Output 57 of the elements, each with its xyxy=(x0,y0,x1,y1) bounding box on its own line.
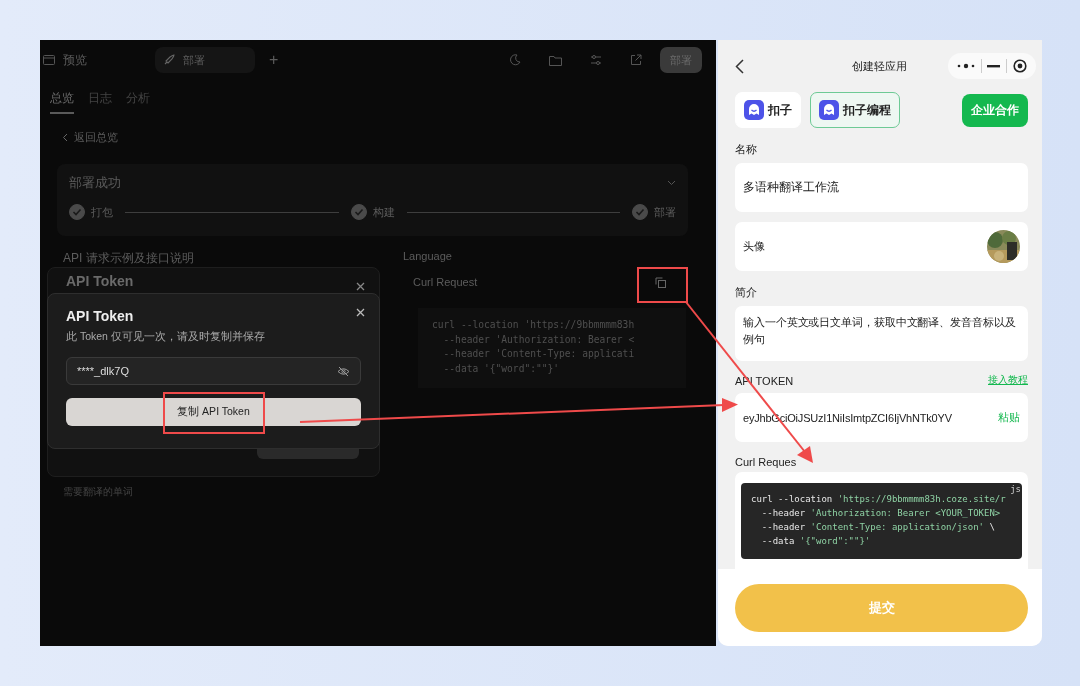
ghost-logo-icon xyxy=(744,100,764,120)
field-label: 名称 xyxy=(735,142,758,157)
eye-off-icon[interactable] xyxy=(337,365,350,377)
external-link-icon[interactable] xyxy=(630,54,642,66)
step-label: 打包 xyxy=(91,204,113,220)
paste-button[interactable]: 粘贴 xyxy=(998,410,1020,425)
code-line: curl --location 'https://9bbmmmm83h xyxy=(432,318,636,332)
name-field[interactable]: 多语种翻译工作流 xyxy=(735,163,1028,212)
minimize-icon[interactable] xyxy=(987,64,1001,68)
code-line: --data '{"word":""}' xyxy=(760,535,872,548)
tutorial-link[interactable]: 接入教程 xyxy=(988,374,1028,387)
section-title: API 请求示例及接口说明 xyxy=(63,250,195,267)
chevron-left-icon xyxy=(62,132,68,142)
folder-icon[interactable] xyxy=(549,54,562,66)
window-icon xyxy=(43,55,55,65)
dialog-subtitle: 此 Token 仅可见一次，请及时复制并保存 xyxy=(66,330,266,344)
back-icon[interactable] xyxy=(735,58,744,74)
close-icon[interactable] xyxy=(356,308,365,317)
code-line: --header 'Authorization: Bearer < xyxy=(442,332,636,347)
submit-button[interactable]: 提交 xyxy=(735,583,1028,632)
language-label: Language xyxy=(403,250,453,262)
partner-button[interactable]: 企业合作 xyxy=(962,93,1028,127)
intro-field[interactable]: 输入一个英文或日文单词，获取中文翻译、发音音标以及例句 xyxy=(735,306,1028,361)
tab[interactable]: 总览 xyxy=(50,90,74,114)
field-label: 简介 xyxy=(735,285,758,300)
language-value: Curl Request xyxy=(413,276,478,288)
capsule-menu[interactable] xyxy=(948,53,1036,79)
dialog-title: API Token xyxy=(66,273,134,289)
copy-icon[interactable] xyxy=(655,276,666,288)
field-label: Curl Reques xyxy=(735,456,798,468)
avatar-label: 头像 xyxy=(743,239,765,254)
sliders-icon[interactable] xyxy=(590,54,602,66)
code-line: --data '{"word":""}' xyxy=(442,361,561,376)
highlight-box xyxy=(637,267,688,303)
deploy-tab[interactable]: 部署 xyxy=(155,47,255,73)
more-icon[interactable] xyxy=(956,63,975,69)
language-tag: js xyxy=(1010,484,1021,494)
page-title: 创建轻应用 xyxy=(852,58,907,74)
step-label: 部署 xyxy=(654,204,676,220)
back-link[interactable]: 返回总览 xyxy=(74,129,118,145)
target-icon[interactable] xyxy=(1013,59,1028,73)
preview-label[interactable]: 预览 xyxy=(63,51,87,69)
dialog-title: API Token xyxy=(66,308,134,324)
copy-token-button[interactable]: 复制 API Token xyxy=(66,398,361,426)
ghost-logo-icon xyxy=(819,100,839,120)
code-line: --header 'Content-Type: applicati xyxy=(442,347,636,361)
close-icon[interactable] xyxy=(356,282,365,291)
step-label: 构建 xyxy=(372,204,395,220)
chevron-down-icon[interactable] xyxy=(667,180,676,186)
code-line: --header 'Content-Type: application/json' \ xyxy=(760,521,996,534)
code-line: --header 'Authorization: Bearer <YOUR_TOKEN> xyxy=(760,507,1002,520)
code-line: curl --location 'https://9bbmmmm83h.coze.site/r xyxy=(751,493,1007,506)
add-tab-button[interactable]: + xyxy=(269,51,279,69)
brand-chip[interactable]: 扣子编程 xyxy=(810,92,900,128)
deploy-status: 部署成功 xyxy=(69,174,121,192)
token-field[interactable]: ****_dlk7Q xyxy=(66,357,361,385)
brand-chip[interactable]: 扣子 xyxy=(735,92,801,128)
